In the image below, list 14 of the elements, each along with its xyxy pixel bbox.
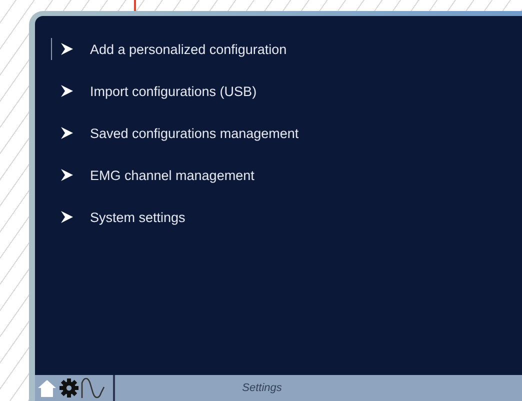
chevron-icon — [60, 84, 74, 98]
settings-icon[interactable] — [59, 378, 79, 398]
screen-title: Settings — [241, 382, 283, 394]
chevron-icon — [60, 42, 74, 56]
menu-item[interactable]: System settings — [51, 206, 186, 228]
menu-item[interactable]: Import configurations (USB) — [51, 80, 257, 102]
menu-item[interactable]: Add a personalized configuration — [51, 38, 287, 60]
menu-item[interactable]: EMG channel management — [51, 164, 254, 186]
chevron-icon — [60, 210, 74, 224]
indicator-line — [134, 0, 136, 12]
waveform-icon[interactable] — [81, 377, 105, 399]
chevron-icon — [60, 168, 74, 182]
chevron-icon — [60, 126, 74, 140]
menu-item[interactable]: Saved configurations management — [51, 122, 299, 144]
